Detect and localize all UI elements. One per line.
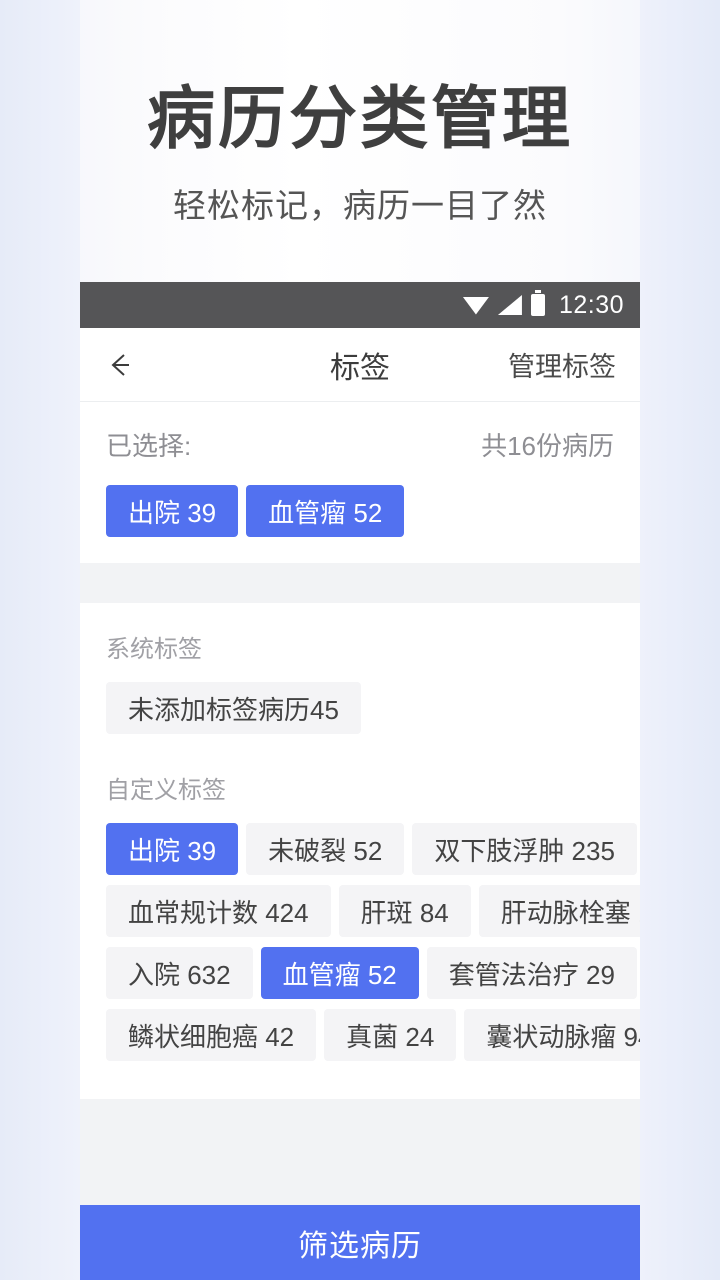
system-tags-title: 系统标签 xyxy=(106,636,202,663)
tag-row: 出院 39 未破裂 52 双下肢浮肿 235 xyxy=(106,823,637,875)
selected-chip-row: 出院 39 血管瘤 52 xyxy=(106,485,614,537)
tag-row: 入院 632 血管瘤 52 套管法治疗 29 xyxy=(106,947,637,999)
selected-chip[interactable]: 血管瘤 52 xyxy=(246,485,405,537)
status-icon-group xyxy=(462,290,545,316)
system-tag-row: 未添加标签病历45 xyxy=(106,682,614,734)
wifi-icon xyxy=(462,297,489,315)
tag-chip[interactable]: 真菌 24 xyxy=(324,1009,457,1061)
nav-bar: 标签 管理标签 xyxy=(80,328,640,402)
phone-screenshot: 12:30 标签 管理标签 已选择: 共16份病历 出院 39 血管瘤 52 系… xyxy=(80,282,640,1280)
selected-chip[interactable]: 出院 39 xyxy=(106,485,239,537)
back-arrow-icon[interactable] xyxy=(104,348,138,382)
selected-header: 已选择: 共16份病历 xyxy=(106,426,614,463)
tag-chip[interactable]: 未破裂 52 xyxy=(246,823,405,875)
tag-chip[interactable]: 血管瘤 52 xyxy=(260,947,419,999)
tag-chip[interactable]: 入院 632 xyxy=(106,947,253,999)
battery-icon xyxy=(530,290,545,316)
custom-tag-rows: 出院 39 未破裂 52 双下肢浮肿 235 血常规计数 424 肝斑 84 肝… xyxy=(106,823,640,1061)
status-bar: 12:30 xyxy=(80,282,640,328)
tag-chip[interactable]: 血常规计数 424 xyxy=(106,885,331,937)
promo-page: 病历分类管理 轻松标记，病历一目了然 12:30 标签 管理标签 已选择: 共1… xyxy=(0,0,720,1280)
page-title: 病历分类管理 xyxy=(146,81,573,157)
tags-section: 系统标签 未添加标签病历45 自定义标签 出院 39 未破裂 52 双下肢浮肿 … xyxy=(80,603,640,1099)
tag-chip[interactable]: 囊状动脉瘤 94 xyxy=(464,1009,640,1061)
tag-chip[interactable]: 未添加标签病历45 xyxy=(106,682,361,734)
manage-tags-button[interactable]: 管理标签 xyxy=(508,345,616,384)
selected-section: 已选择: 共16份病历 出院 39 血管瘤 52 xyxy=(80,402,640,563)
tag-chip[interactable]: 套管法治疗 29 xyxy=(426,947,637,999)
selected-label: 已选择: xyxy=(106,431,192,461)
tag-chip[interactable]: 出院 39 xyxy=(106,823,239,875)
tag-chip[interactable]: 肝斑 84 xyxy=(338,885,471,937)
signal-icon xyxy=(497,295,522,315)
promo-header: 病历分类管理 轻松标记，病历一目了然 xyxy=(0,0,720,282)
tag-row: 鳞状细胞癌 42 真菌 24 囊状动脉瘤 94 xyxy=(106,1009,640,1061)
tag-chip[interactable]: 鳞状细胞癌 42 xyxy=(106,1009,317,1061)
tag-row: 血常规计数 424 肝斑 84 肝动脉栓塞 125 xyxy=(106,885,640,937)
custom-tags-title: 自定义标签 xyxy=(106,777,226,804)
record-count: 共16份病历 xyxy=(481,431,614,461)
section-divider-band xyxy=(80,563,640,603)
tag-chip[interactable]: 肝动脉栓塞 125 xyxy=(478,885,640,937)
filter-records-button[interactable]: 筛选病历 xyxy=(80,1205,640,1280)
tag-chip[interactable]: 双下肢浮肿 235 xyxy=(412,823,637,875)
page-subtitle: 轻松标记，病历一目了然 xyxy=(173,187,547,225)
bottom-spacer xyxy=(80,1099,640,1205)
status-time: 12:30 xyxy=(558,290,624,319)
